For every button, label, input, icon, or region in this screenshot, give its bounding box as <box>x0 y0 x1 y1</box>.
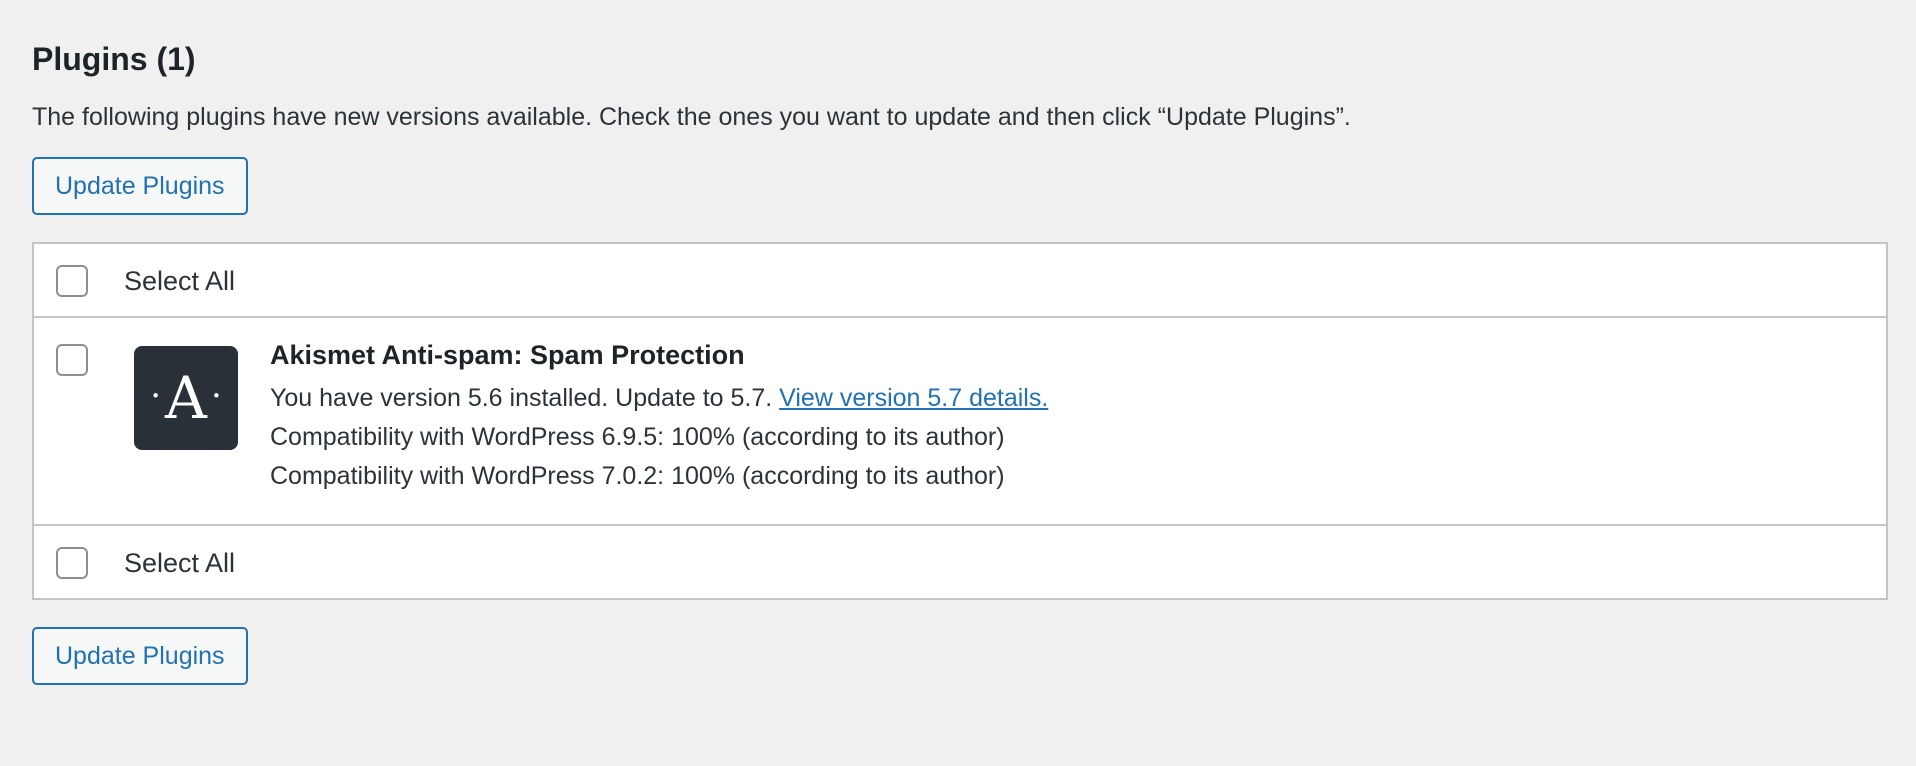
update-plugins-button-top[interactable]: Update Plugins <box>32 157 248 215</box>
plugin-row: · A · Akismet Anti-spam: Spam Protection Y… <box>34 318 1886 524</box>
plugin-info: Akismet Anti-spam: Spam Protection You h… <box>270 336 1048 496</box>
select-all-checkbox-bottom[interactable] <box>56 547 88 579</box>
akismet-logo-icon: · A · <box>134 346 238 450</box>
plugin-version-text: You have version 5.6 installed. Update t… <box>270 384 773 412</box>
plugin-compat-line-2: Compatibility with WordPress 7.0.2: 100%… <box>270 462 1005 490</box>
intro-text: The following plugins have new versions … <box>32 103 1351 131</box>
select-all-label-bottom[interactable]: Select All <box>124 544 235 582</box>
view-details-link[interactable]: View version 5.7 details. <box>779 384 1048 412</box>
select-all-checkbox-top[interactable] <box>56 265 88 297</box>
select-all-label-top[interactable]: Select All <box>124 262 235 300</box>
plugin-version-line: You have version 5.6 installed. Update t… <box>270 379 1048 418</box>
page-title: Plugins (1) <box>32 41 196 77</box>
plugins-update-section: Plugins (1) The following plugins have n… <box>0 0 1916 685</box>
select-all-row-top: Select All <box>34 244 1886 318</box>
update-plugins-button-bottom[interactable]: Update Plugins <box>32 627 248 685</box>
plugins-table: Select All · A · Akismet Anti-spam: Spam P… <box>32 242 1888 600</box>
plugin-checkbox[interactable] <box>56 344 88 376</box>
plugin-compat-line-1: Compatibility with WordPress 6.9.5: 100%… <box>270 423 1005 451</box>
plugin-name: Akismet Anti-spam: Spam Protection <box>270 340 745 370</box>
select-all-row-bottom: Select All <box>34 524 1886 598</box>
